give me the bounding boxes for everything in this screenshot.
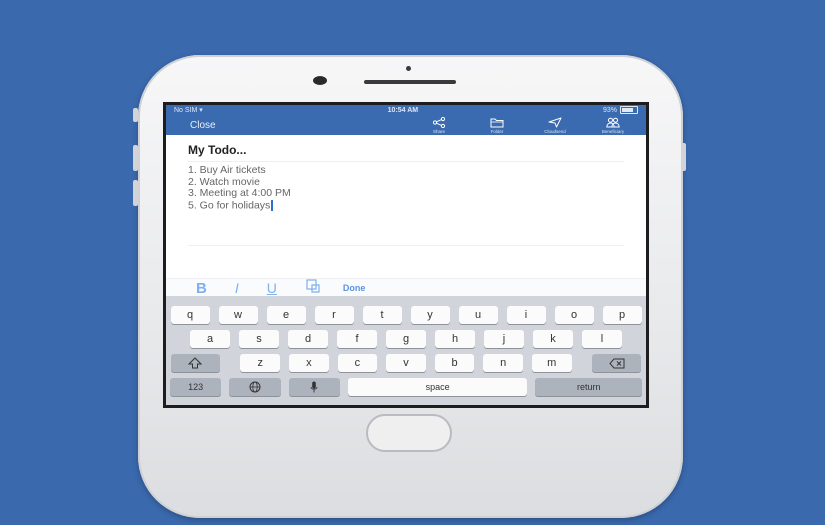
shift-key[interactable] (170, 354, 220, 372)
key-n[interactable]: n (483, 354, 523, 372)
key-u[interactable]: u (458, 306, 498, 324)
todo-item[interactable]: 3. Meeting at 4:00 PM (188, 187, 624, 200)
close-button[interactable]: Close (190, 120, 216, 131)
highlight-button[interactable] (305, 278, 321, 298)
front-camera (313, 76, 327, 85)
globe-icon (249, 381, 261, 393)
key-b[interactable]: b (434, 354, 475, 372)
key-k[interactable]: k (533, 330, 573, 348)
todo-item[interactable]: 1. Buy Air tickets (188, 164, 624, 177)
volume-up-button (133, 145, 138, 171)
shift-icon (188, 357, 203, 369)
key-q[interactable]: q (170, 306, 210, 324)
key-t[interactable]: t (362, 306, 402, 324)
key-i[interactable]: i (506, 306, 546, 324)
send-icon (548, 117, 562, 128)
folder-button[interactable]: Folder (468, 117, 526, 135)
bold-button[interactable]: B (196, 280, 207, 297)
proximity-sensor (406, 66, 411, 71)
delete-key[interactable] (592, 354, 642, 372)
key-y[interactable]: y (410, 306, 450, 324)
note-title[interactable]: My Todo... (188, 143, 624, 157)
keyboard-row-1: q w e r t y u i o p (166, 306, 646, 324)
key-d[interactable]: d (288, 330, 328, 348)
folder-icon (490, 118, 504, 128)
home-button[interactable] (366, 414, 452, 452)
battery-status: 93% (603, 106, 638, 114)
share-button[interactable]: Share (410, 117, 468, 135)
key-j[interactable]: j (484, 330, 524, 348)
volume-down-button (133, 180, 138, 206)
key-h[interactable]: h (435, 330, 475, 348)
key-w[interactable]: w (218, 306, 258, 324)
beneficiary-button[interactable]: Beneficiary (584, 117, 642, 135)
keyboard-row-2: a s d f g h j k l (166, 330, 646, 348)
key-e[interactable]: e (266, 306, 306, 324)
microphone-icon (310, 381, 318, 393)
underline-button[interactable]: U (267, 280, 277, 296)
key-f[interactable]: f (337, 330, 377, 348)
globe-key[interactable] (229, 378, 281, 396)
todo-item[interactable]: 5. Go for holidays (188, 199, 624, 212)
keyboard: q w e r t y u i o p a s d f g h j k l z … (166, 296, 646, 405)
send-button[interactable]: Cloudsend (526, 117, 584, 135)
note-editor[interactable]: My Todo... 1. Buy Air tickets 2. Watch m… (166, 135, 646, 273)
key-l[interactable]: l (582, 330, 622, 348)
earpiece-speaker (364, 80, 456, 84)
divider (188, 245, 624, 246)
italic-button[interactable]: I (235, 280, 239, 296)
status-bar: No SIM ▾ 10:54 AM 93% (166, 105, 646, 115)
text-cursor (271, 199, 273, 211)
keyboard-row-3: z x c v b n m (166, 354, 646, 372)
done-button[interactable]: Done (343, 283, 366, 293)
dictation-key[interactable] (288, 378, 340, 396)
wifi-icon: ▾ (199, 107, 203, 114)
key-o[interactable]: o (554, 306, 594, 324)
key-z[interactable]: z (240, 354, 281, 372)
highlighter-icon (306, 278, 320, 293)
key-g[interactable]: g (386, 330, 426, 348)
phone-screen: No SIM ▾ 10:54 AM 93% Close Share Folder… (163, 102, 649, 408)
mute-switch (133, 108, 138, 122)
nav-bar: Close Share Folder Cloudsend Beneficiary (166, 115, 646, 135)
key-a[interactable]: a (190, 330, 230, 348)
power-button (681, 143, 686, 171)
space-key[interactable]: space (347, 378, 528, 396)
nav-tools: Share Folder Cloudsend Beneficiary (410, 115, 642, 135)
key-c[interactable]: c (337, 354, 378, 372)
key-v[interactable]: v (386, 354, 426, 372)
carrier-label: No SIM ▾ (174, 107, 203, 114)
divider (188, 161, 624, 162)
key-m[interactable]: m (531, 354, 572, 372)
backspace-icon (609, 358, 625, 368)
return-key[interactable]: return (535, 378, 642, 396)
key-s[interactable]: s (239, 330, 279, 348)
key-p[interactable]: p (602, 306, 642, 324)
key-x[interactable]: x (289, 354, 329, 372)
people-icon (606, 117, 620, 128)
numbers-key[interactable]: 123 (170, 378, 222, 396)
keyboard-row-4: 123 space return (166, 378, 646, 396)
format-toolbar: B I U Done (166, 278, 646, 297)
share-icon (432, 117, 446, 128)
key-r[interactable]: r (314, 306, 354, 324)
battery-icon (620, 106, 638, 114)
status-time: 10:54 AM (387, 106, 419, 114)
